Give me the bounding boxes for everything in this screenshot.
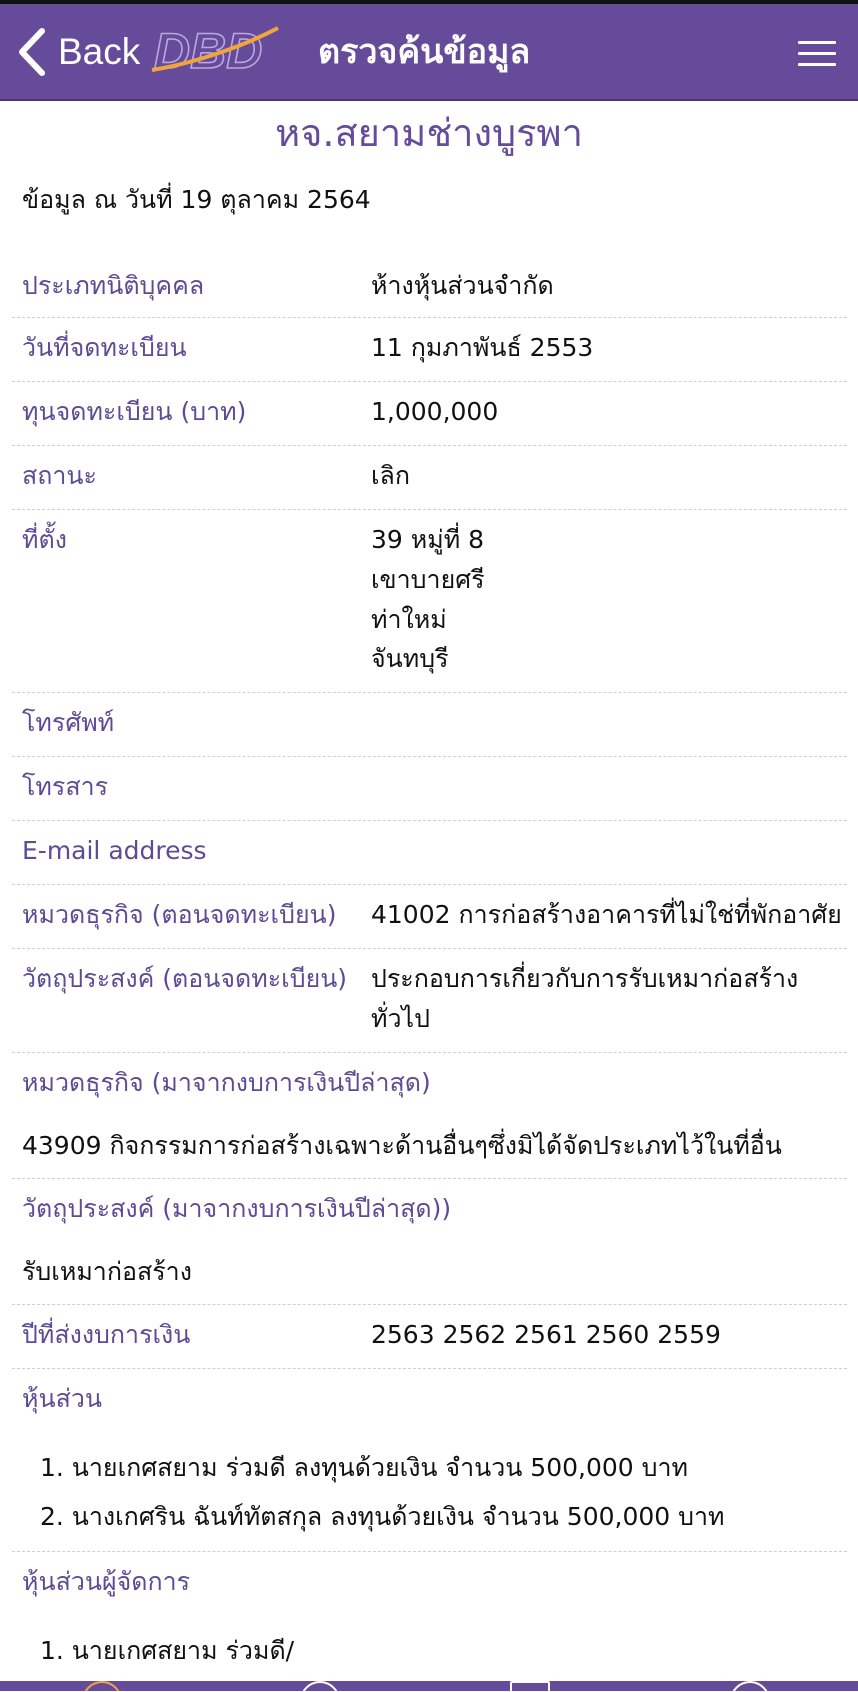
- field-label: หุ้นส่วน: [22, 1384, 102, 1413]
- hamburger-menu-icon[interactable]: [798, 41, 836, 67]
- field-label: วัตถุประสงค์ (ตอนจดทะเบียน): [22, 964, 348, 993]
- field-label: หุ้นส่วนผู้จัดการ: [22, 1567, 191, 1596]
- company-details-list: ประเภทนิติบุคคล ห้างหุ้นส่วนจำกัด วันที่…: [12, 254, 847, 1692]
- back-label: Back: [58, 31, 141, 72]
- field-label: ที่ตั้ง: [22, 525, 67, 554]
- field-label: โทรสาร: [22, 772, 109, 801]
- row-fax: โทรสาร: [12, 757, 847, 821]
- field-value: 1,000,000: [371, 397, 499, 426]
- address-line: ท่าใหม่: [371, 605, 447, 634]
- field-value: 11 กุมภาพันธ์ 2553: [371, 333, 594, 362]
- back-button[interactable]: Back: [16, 24, 140, 80]
- dbd-logo: DBD: [151, 22, 279, 80]
- field-label: E-mail address: [22, 836, 207, 865]
- field-label: วัตถุประสงค์ (มาจากงบการเงินปีล่าสุด)): [22, 1194, 452, 1223]
- field-label: ประเภทนิติบุคคล: [22, 271, 205, 300]
- row-address: ที่ตั้ง 39 หมู่ที่ 8 เขาบายศรี ท่าใหม่ จ…: [12, 510, 847, 693]
- manager-item: 1. นายเกศสยาม ร่วมดี/: [40, 1636, 295, 1665]
- field-value: 41002 การก่อสร้างอาคารที่ไม่ใช่ที่พักอาศ…: [371, 900, 842, 929]
- row-business-category-registration: หมวดธุรกิจ (ตอนจดทะเบียน) 41002 การก่อสร…: [12, 885, 847, 949]
- row-managing-partners: หุ้นส่วนผู้จัดการ 1. นายเกศสยาม ร่วมดี/: [12, 1552, 847, 1692]
- field-label: หมวดธุรกิจ (ตอนจดทะเบียน): [22, 900, 337, 929]
- chevron-left-icon: [19, 28, 45, 76]
- nav-document-icon[interactable]: [510, 1681, 550, 1691]
- page-header-title: ตรวจค้นข้อมูล: [318, 32, 531, 72]
- app-header: Back DBD ตรวจค้นข้อมูล: [0, 4, 858, 101]
- status-value: เลิก: [371, 461, 411, 490]
- field-value: ห้างหุ้นส่วนจำกัด: [371, 271, 554, 300]
- row-entity-type: ประเภทนิติบุคคล ห้างหุ้นส่วนจำกัด: [12, 254, 847, 318]
- field-value: 43909 กิจกรรมการก่อสร้างเฉพาะด้านอื่นๆซึ…: [22, 1131, 782, 1160]
- field-label: วันที่จดทะเบียน: [22, 333, 187, 362]
- bottom-navigation-bar: [0, 1681, 858, 1691]
- partner-item: 1. นายเกศสยาม ร่วมดี ลงทุนด้วยเงิน จำนวน…: [40, 1453, 688, 1482]
- address-line: เขาบายศรี: [371, 565, 485, 594]
- nav-search-icon[interactable]: [300, 1681, 340, 1691]
- svg-text:DBD: DBD: [154, 23, 262, 79]
- field-label: หมวดธุรกิจ (มาจากงบการเงินปีล่าสุด): [22, 1068, 431, 1097]
- address-line: จันทบุรี: [371, 644, 449, 673]
- company-name: หจ.สยามช่างบูรพา: [275, 111, 583, 155]
- row-financial-statement-years: ปีที่ส่งงบการเงิน 2563 2562 2561 2560 25…: [12, 1305, 847, 1369]
- row-registered-capital: ทุนจดทะเบียน (บาท) 1,000,000: [12, 382, 847, 446]
- row-status: สถานะ เลิก: [12, 446, 847, 510]
- row-phone: โทรศัพท์: [12, 693, 847, 757]
- field-label: ปีที่ส่งงบการเงิน: [22, 1320, 191, 1349]
- nav-home-icon[interactable]: [82, 1681, 122, 1691]
- field-value: รับเหมาก่อสร้าง: [22, 1257, 192, 1286]
- address-line: 39 หมู่ที่ 8: [371, 525, 485, 554]
- field-value: 2563 2562 2561 2560 2559: [371, 1320, 721, 1349]
- nav-info-icon[interactable]: [730, 1681, 770, 1691]
- row-objective-registration: วัตถุประสงค์ (ตอนจดทะเบียน) ประกอบการเกี…: [12, 949, 847, 1053]
- row-email: E-mail address: [12, 821, 847, 885]
- field-label: โทรศัพท์: [22, 708, 115, 737]
- row-objective-latest: วัตถุประสงค์ (มาจากงบการเงินปีล่าสุด)) ร…: [12, 1179, 847, 1305]
- row-partners: หุ้นส่วน 1. นายเกศสยาม ร่วมดี ลงทุนด้วยเ…: [12, 1369, 847, 1552]
- field-label: สถานะ: [22, 461, 97, 490]
- partner-item: 2. นางเกศริน ฉันท์ทัตสกุล ลงทุนด้วยเงิน …: [40, 1502, 725, 1531]
- field-value: ประกอบการเกี่ยวกับการรับเหมาก่อสร้าง: [371, 964, 799, 993]
- row-business-category-latest: หมวดธุรกิจ (มาจากงบการเงินปีล่าสุด) 4390…: [12, 1053, 847, 1179]
- field-label: ทุนจดทะเบียน (บาท): [22, 397, 247, 426]
- data-as-of-date: ข้อมูล ณ วันที่ 19 ตุลาคม 2564: [22, 185, 371, 214]
- row-registration-date: วันที่จดทะเบียน 11 กุมภาพันธ์ 2553: [12, 318, 847, 382]
- field-value: ทั่วไป: [371, 1004, 430, 1033]
